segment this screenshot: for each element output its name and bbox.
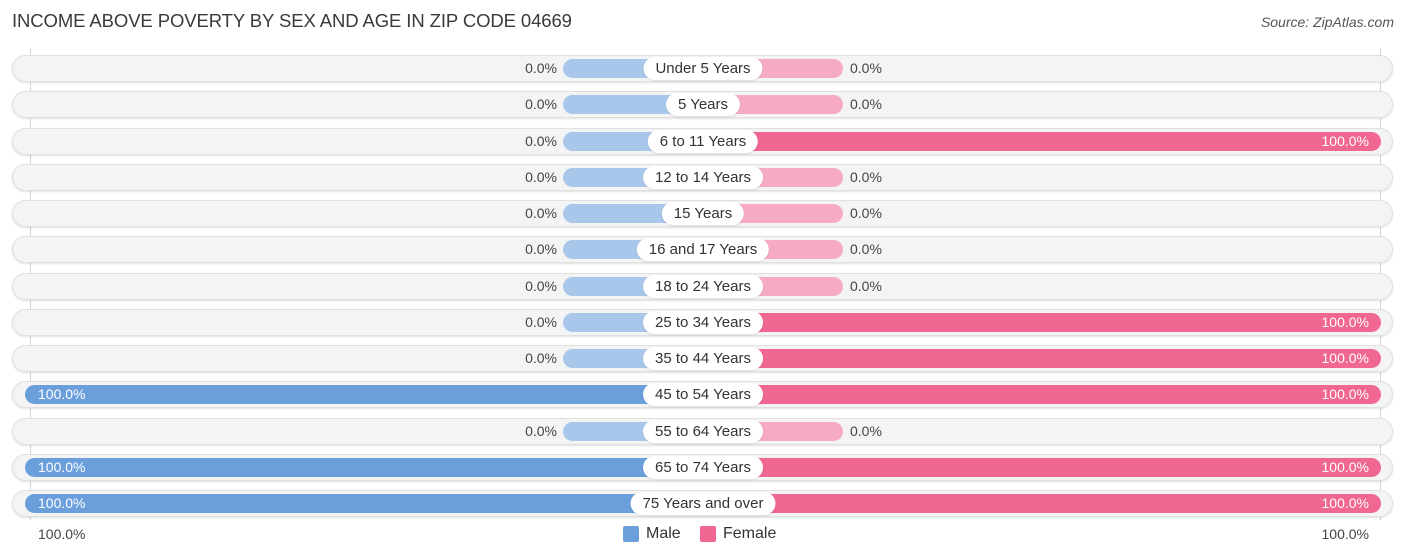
value-label-female: 100.0% xyxy=(1321,386,1369,403)
legend-item-female: Female xyxy=(700,524,776,544)
legend-label-male: Male xyxy=(646,525,681,542)
bar-female xyxy=(703,312,1381,332)
bar-male xyxy=(25,494,703,513)
value-label-male: 100.0% xyxy=(38,458,86,475)
value-label-female: 100.0% xyxy=(1321,458,1369,475)
category-label: 18 to 24 Years xyxy=(643,274,763,298)
legend-label-female: Female xyxy=(723,525,777,542)
bar-female xyxy=(703,131,1381,151)
chart-row: 0.0% 100.0% 6 to 11 Years xyxy=(12,127,1393,155)
value-label-female: 0.0% xyxy=(850,422,882,439)
category-label: 65 to 74 Years xyxy=(643,455,763,479)
value-label-male: 0.0% xyxy=(525,313,557,330)
bar-male xyxy=(25,385,703,405)
value-label-female: 100.0% xyxy=(1321,495,1369,511)
chart-row: 0.0% 0.0% 12 to 14 Years xyxy=(12,163,1393,191)
category-label: 25 to 34 Years xyxy=(643,310,763,334)
bar-female xyxy=(703,457,1381,477)
value-label-female: 100.0% xyxy=(1321,132,1369,149)
category-label: 5 Years xyxy=(665,93,741,117)
category-label: 16 and 17 Years xyxy=(636,238,770,262)
source-label: Source: ZipAtlas.com xyxy=(1260,14,1394,30)
bar-female xyxy=(703,385,1381,405)
bar-male xyxy=(25,457,703,477)
value-label-female: 100.0% xyxy=(1321,313,1369,330)
value-label-male: 0.0% xyxy=(525,241,557,258)
legend-swatch-male xyxy=(623,526,639,542)
value-label-male: 0.0% xyxy=(525,168,557,185)
value-label-female: 0.0% xyxy=(850,277,882,294)
category-label: 12 to 14 Years xyxy=(643,165,763,189)
chart-row: 100.0% 100.0% 65 to 74 Years xyxy=(12,453,1393,481)
chart-row: 0.0% 0.0% 18 to 24 Years xyxy=(12,272,1393,300)
value-label-male: 0.0% xyxy=(525,132,557,149)
chart-title: INCOME ABOVE POVERTY BY SEX AND AGE IN Z… xyxy=(12,10,572,31)
category-label: 75 Years and over xyxy=(630,492,776,515)
legend-swatch-female xyxy=(700,526,716,542)
chart-row: 100.0% 100.0% 75 Years and over xyxy=(12,490,1393,517)
value-label-female: 0.0% xyxy=(850,241,882,258)
bar-female xyxy=(703,349,1381,368)
chart-row: 0.0% 0.0% 15 Years xyxy=(12,200,1393,227)
value-label-male: 0.0% xyxy=(525,422,557,439)
category-label: 45 to 54 Years xyxy=(643,383,763,407)
chart-row: 0.0% 0.0% 5 Years xyxy=(12,91,1393,119)
legend: Male Female xyxy=(0,524,1406,544)
value-label-male: 100.0% xyxy=(38,495,86,511)
value-label-female: 0.0% xyxy=(850,60,882,76)
category-label: 35 to 44 Years xyxy=(643,347,763,370)
legend-item-male: Male xyxy=(623,524,681,544)
chart-row: 0.0% 100.0% 25 to 34 Years xyxy=(12,308,1393,336)
chart-row: 0.0% 0.0% Under 5 Years xyxy=(12,55,1393,82)
chart-row: 0.0% 100.0% 35 to 44 Years xyxy=(12,345,1393,372)
value-label-female: 100.0% xyxy=(1321,350,1369,366)
value-label-male: 0.0% xyxy=(525,277,557,294)
chart-row: 100.0% 100.0% 45 to 54 Years xyxy=(12,381,1393,409)
value-label-male: 0.0% xyxy=(525,96,557,113)
value-label-female: 0.0% xyxy=(850,168,882,185)
chart-row: 0.0% 0.0% 16 and 17 Years xyxy=(12,236,1393,264)
value-label-female: 0.0% xyxy=(850,205,882,221)
value-label-female: 0.0% xyxy=(850,96,882,113)
category-label: 15 Years xyxy=(661,202,745,225)
value-label-male: 0.0% xyxy=(525,60,557,76)
category-label: Under 5 Years xyxy=(643,57,763,80)
bar-female xyxy=(703,494,1381,513)
category-label: 55 to 64 Years xyxy=(643,419,763,443)
chart-row: 0.0% 0.0% 55 to 64 Years xyxy=(12,417,1393,445)
category-label: 6 to 11 Years xyxy=(647,129,759,153)
value-label-male: 0.0% xyxy=(525,350,557,366)
value-label-male: 0.0% xyxy=(525,205,557,221)
value-label-male: 100.0% xyxy=(38,386,86,403)
